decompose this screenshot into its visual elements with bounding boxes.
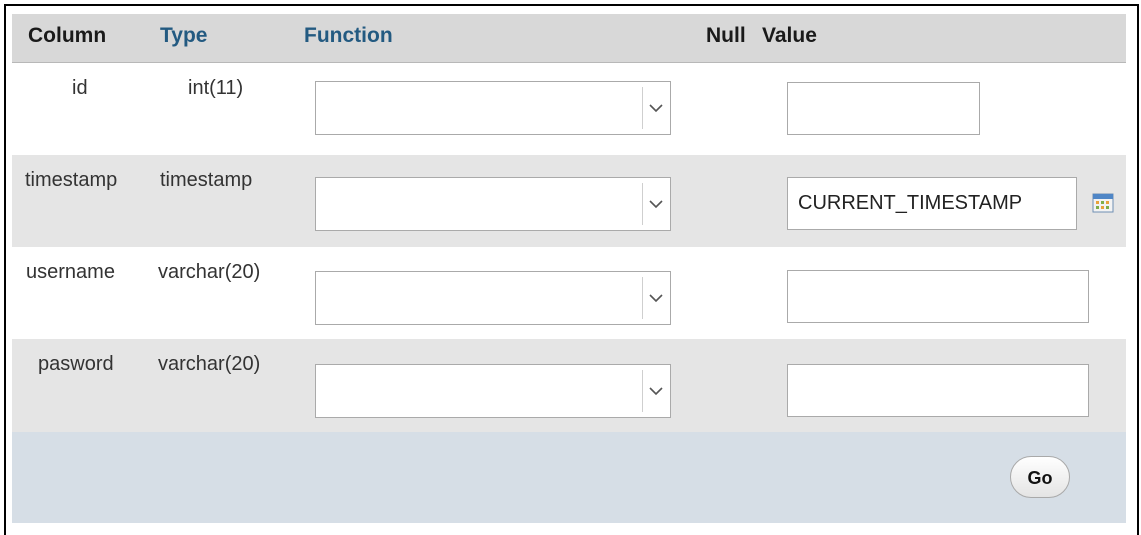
chevron-down-icon[interactable] — [642, 370, 668, 412]
column-name: pasword — [38, 353, 114, 375]
null-header: Null — [706, 24, 746, 47]
function-select[interactable] — [315, 271, 671, 325]
column-name: username — [26, 261, 115, 283]
column-type: varchar(20) — [158, 353, 261, 375]
value-input[interactable] — [787, 270, 1089, 323]
table-row: id int(11) — [12, 63, 1126, 155]
calendar-icon[interactable] — [1092, 193, 1114, 213]
value-input[interactable] — [787, 82, 980, 135]
function-select[interactable] — [315, 81, 671, 135]
value-input[interactable] — [787, 364, 1089, 417]
chevron-down-icon[interactable] — [642, 183, 668, 225]
value-input[interactable]: CURRENT_TIMESTAMP — [787, 177, 1077, 230]
column-name: timestamp — [25, 169, 118, 191]
column-type: varchar(20) — [158, 261, 261, 283]
column-header: Column — [28, 24, 107, 47]
table-row: pasword varchar(20) — [12, 339, 1126, 432]
go-button[interactable]: Go — [1010, 456, 1070, 498]
form-footer: Go — [12, 432, 1126, 523]
function-select[interactable] — [315, 177, 671, 231]
function-header[interactable]: Function — [304, 22, 393, 50]
table-header: Column Type Function Null Value — [12, 14, 1126, 63]
table-row: username varchar(20) — [12, 247, 1126, 339]
chevron-down-icon[interactable] — [642, 87, 668, 129]
column-type: int(11) — [188, 77, 244, 99]
chevron-down-icon[interactable] — [642, 277, 668, 319]
type-header[interactable]: Type — [160, 22, 207, 50]
function-select[interactable] — [315, 364, 671, 418]
value-header: Value — [762, 24, 817, 47]
column-type: timestamp — [160, 169, 253, 191]
table-row: timestamp timestamp CURRENT_TIMESTAMP — [12, 155, 1126, 247]
column-name: id — [72, 77, 88, 99]
